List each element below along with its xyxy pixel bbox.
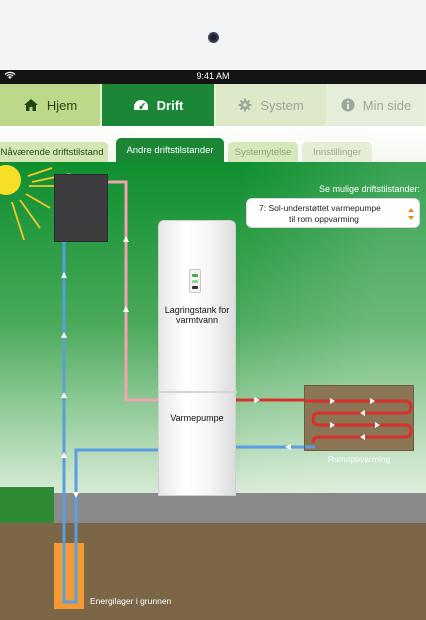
nav-hjem[interactable]: Hjem: [0, 84, 102, 126]
nav-min-side[interactable]: Min side: [328, 84, 426, 126]
select-arrows-icon: [408, 208, 414, 220]
nav-system[interactable]: System: [216, 84, 328, 126]
clock: 9:41 AM: [196, 71, 230, 81]
tab-systemytelse[interactable]: Systemytelse: [228, 142, 298, 162]
device-bezel: [0, 0, 426, 70]
info-icon: [341, 98, 355, 112]
mode-selector-label: Se mulige driftstilstander:: [318, 184, 420, 194]
tab-andre-driftstilstander[interactable]: Andre driftstilstander: [116, 138, 224, 162]
mode-select[interactable]: 7: Sol-understøttet varmepumpe til rom o…: [246, 198, 420, 228]
nav-drift-label: Drift: [156, 97, 184, 113]
mode-select-line1: 7: Sol-understøttet varmepumpe: [259, 203, 381, 213]
home-icon: [23, 99, 38, 111]
nav-system-label: System: [260, 97, 304, 113]
system-diagram: Lagringstank for varmtvann Varmepumpe Ro…: [0, 162, 426, 620]
gear-icon: [238, 98, 252, 112]
nav-min-side-label: Min side: [362, 97, 412, 113]
camera-icon: [208, 32, 219, 43]
sub-tabs: Nåværende driftstilstand Andre driftstil…: [0, 126, 426, 162]
nav-drift[interactable]: Drift: [102, 84, 216, 126]
status-bar: iPad 9:41 AM: [0, 70, 426, 84]
tab-innstillinger[interactable]: Innstillinger: [302, 142, 372, 162]
gauge-icon: [133, 100, 148, 110]
main-nav: Hjem Drift System Min side: [0, 84, 426, 126]
mode-select-line2: til rom oppvarming: [289, 213, 359, 224]
nav-hjem-label: Hjem: [46, 97, 78, 113]
well-label: Energilager i grunnen: [90, 596, 172, 606]
tab-navaerende-driftstilstand[interactable]: Nåværende driftstilstand: [0, 142, 108, 162]
